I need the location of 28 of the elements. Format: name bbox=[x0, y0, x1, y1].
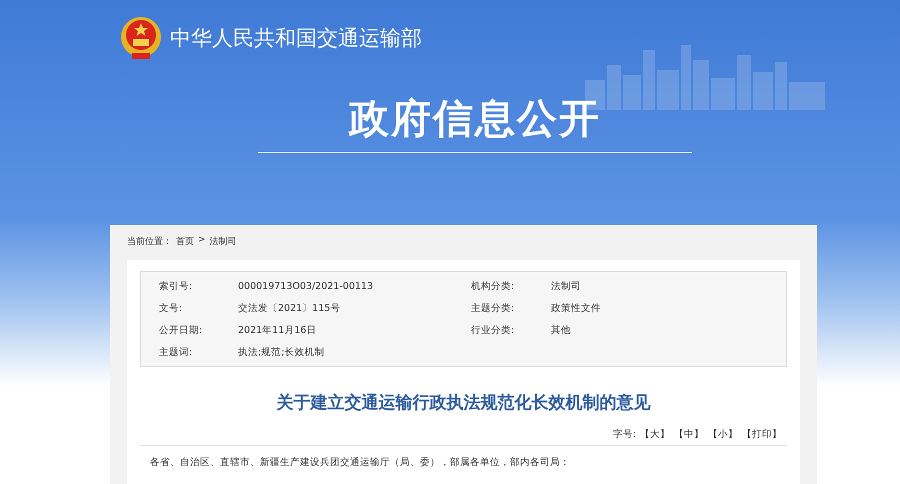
metadata-label: 主题词: bbox=[158, 346, 194, 358]
metadata-value: 法制司 bbox=[551, 280, 582, 292]
metadata-value: 000019713O03/2021-00113 bbox=[238, 280, 374, 292]
metadata-label: 机构分类: bbox=[471, 280, 516, 292]
section-title: 政府信息公开 bbox=[258, 91, 692, 153]
font-size-link[interactable]: 【打印】 bbox=[742, 428, 782, 441]
national-emblem-icon bbox=[118, 15, 164, 61]
metadata-label: 公开日期: bbox=[158, 324, 204, 336]
article-body: 各省、自治区、直辖市、新疆生产建设兵团交通运输厅（局、委），部属各单位，部内各司局： bbox=[150, 456, 571, 469]
metadata-value: 交法发〔2021〕115号 bbox=[238, 302, 342, 314]
font-size-link[interactable]: 【小】 bbox=[708, 428, 738, 441]
metadata-value: 执法;规范;长效机制 bbox=[238, 346, 326, 358]
metadata-label: 文号: bbox=[158, 302, 184, 314]
metadata-value: 政策性文件 bbox=[551, 302, 602, 314]
font-size-label: 字号: bbox=[612, 428, 636, 441]
font-size-link[interactable]: 【大】 bbox=[640, 428, 670, 441]
breadcrumb-separator: > bbox=[198, 235, 206, 247]
ministry-name: 中华人民共和国交通运输部 bbox=[170, 25, 422, 52]
article-title: 关于建立交通运输行政执法规范化长效机制的意见 bbox=[275, 392, 652, 414]
metadata-label: 索引号: bbox=[158, 280, 194, 292]
breadcrumb-link[interactable]: 首页 bbox=[176, 235, 194, 248]
metadata-label: 主题分类: bbox=[471, 302, 516, 314]
metadata-value: 其他 bbox=[551, 324, 572, 336]
metadata-label: 行业分类: bbox=[471, 324, 516, 336]
breadcrumb-link[interactable]: 法制司 bbox=[210, 235, 237, 248]
font-size-link[interactable]: 【中】 bbox=[674, 428, 704, 441]
metadata-value: 2021年11月16日 bbox=[238, 324, 318, 336]
breadcrumb-label: 当前位置： bbox=[127, 236, 172, 248]
